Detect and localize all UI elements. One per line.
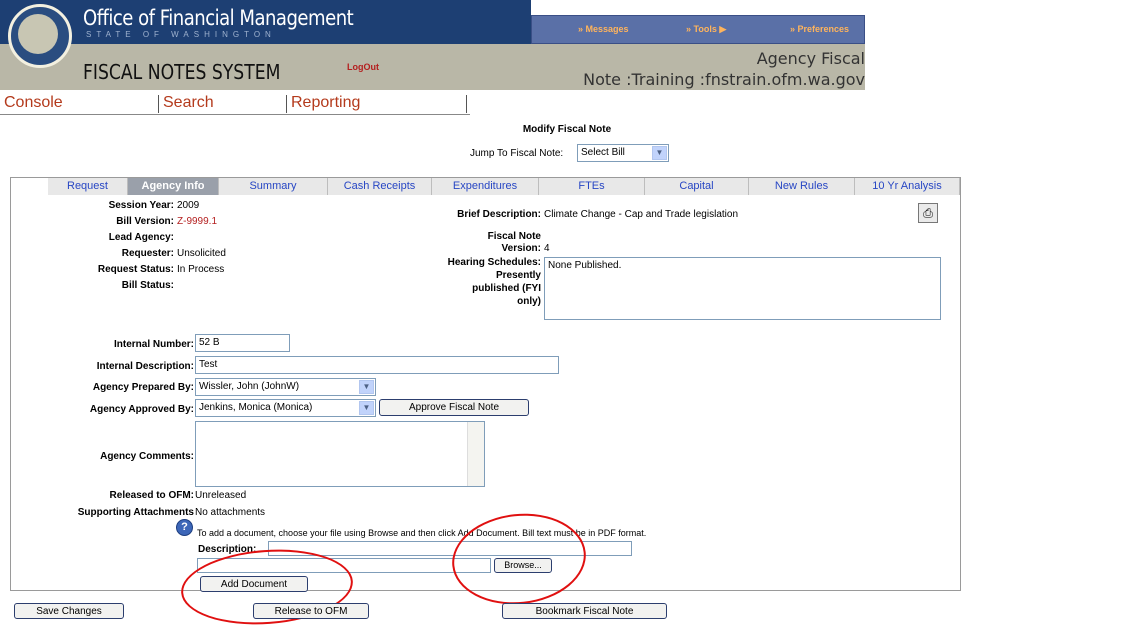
hearing-label-only: only) [517, 296, 541, 307]
tab-ftes[interactable]: FTEs [539, 178, 645, 195]
tab-10-yr-analysis[interactable]: 10 Yr Analysis [855, 178, 960, 195]
internal-number-input[interactable]: 52 B [195, 334, 290, 352]
agency-comments-textarea[interactable] [195, 421, 485, 487]
agency-title-line2: Note :Training :fnstrain.ofm.wa.gov [583, 70, 865, 89]
approve-fiscal-note-button[interactable]: Approve Fiscal Note [379, 399, 529, 416]
bill-version-label: Bill Version: [116, 216, 174, 227]
org-subtitle: STATE OF WASHINGTON [86, 30, 276, 39]
version-value: 4 [544, 243, 550, 254]
chevron-down-icon: ▼ [359, 401, 374, 415]
bookmark-fiscal-note-button[interactable]: Bookmark Fiscal Note [502, 603, 667, 619]
tab-capital[interactable]: Capital [645, 178, 749, 195]
tab-new-rules[interactable]: New Rules [749, 178, 855, 195]
page-title: Modify Fiscal Note [522, 124, 612, 135]
help-icon[interactable]: ? [176, 519, 193, 536]
agency-comments-label: Agency Comments: [100, 451, 194, 462]
requester-label: Requester: [121, 248, 174, 259]
internal-description-label: Internal Description: [96, 361, 194, 372]
org-title: Office of Financial Management [83, 6, 354, 30]
print-preview-icon[interactable]: ⎙ [918, 203, 938, 223]
nav-divider [466, 95, 467, 113]
nav-divider [286, 95, 287, 113]
tab-request[interactable]: Request [48, 178, 128, 195]
main-nav [0, 91, 470, 115]
brief-description-label: Brief Description: [457, 209, 541, 220]
system-title: FISCAL NOTES SYSTEM [83, 60, 281, 84]
release-to-ofm-button[interactable]: Release to OFM [253, 603, 369, 619]
tab-cash-receipts[interactable]: Cash Receipts [328, 178, 432, 195]
jump-label: Jump To Fiscal Note: [470, 148, 564, 159]
bill-version-value: Z-9999.1 [177, 216, 218, 227]
save-changes-button[interactable]: Save Changes [14, 603, 124, 619]
hearing-label-presently: Presently [495, 270, 541, 281]
agency-title: Agency Fiscal Note :Training :fnstrain.o… [583, 48, 865, 90]
request-status-value: In Process [177, 264, 225, 275]
preferences-menu[interactable]: » Preferences [790, 24, 849, 34]
session-year-label: Session Year: [108, 200, 174, 211]
seal-portrait [18, 14, 58, 54]
jump-to-fiscal-note-select[interactable]: Select Bill ▼ [577, 144, 669, 162]
hearing-schedules-label: Hearing Schedules: [447, 257, 541, 268]
messages-menu[interactable]: » Messages [578, 24, 629, 34]
nav-divider [158, 95, 159, 113]
tab-agency-info[interactable]: Agency Info [128, 178, 219, 195]
fiscal-note-label: Fiscal Note [487, 231, 541, 242]
released-to-ofm-label: Released to OFM: [109, 490, 194, 501]
comments-scrollbar[interactable] [467, 422, 484, 486]
tab-expenditures[interactable]: Expenditures [432, 178, 539, 195]
hearing-schedules-box[interactable]: None Published. [544, 257, 941, 320]
prepared-by-label: Agency Prepared By: [92, 382, 194, 393]
supporting-attachments-label: Supporting Attachments [77, 507, 194, 518]
nav-search[interactable]: Search [163, 94, 214, 112]
lead-agency-label: Lead Agency: [108, 232, 174, 243]
released-to-ofm-value: Unreleased [195, 490, 247, 501]
requester-value: Unsolicited [177, 248, 226, 259]
jump-select-value: Select Bill [581, 147, 625, 158]
agency-title-line1: Agency Fiscal [756, 49, 865, 68]
chevron-down-icon: ▼ [652, 146, 667, 160]
bill-status-label: Bill Status: [121, 280, 174, 291]
nav-console[interactable]: Console [4, 94, 63, 112]
approved-by-value: Jenkins, Monica (Monica) [199, 402, 313, 413]
hearing-label-published: published (FYI [472, 283, 541, 294]
tab-summary[interactable]: Summary [219, 178, 328, 195]
internal-number-label: Internal Number: [113, 339, 194, 350]
approved-by-select[interactable]: Jenkins, Monica (Monica) ▼ [195, 399, 376, 417]
session-year-value: 2009 [177, 200, 200, 211]
approved-by-label: Agency Approved By: [89, 404, 194, 415]
hearing-schedules-value: None Published. [548, 260, 622, 271]
chevron-down-icon: ▼ [359, 380, 374, 394]
logout-link[interactable]: LogOut [347, 62, 379, 72]
supporting-attachments-value: No attachments [195, 507, 266, 518]
internal-description-input[interactable]: Test [195, 356, 559, 374]
tools-menu[interactable]: » Tools ▶ [686, 24, 726, 35]
prepared-by-value: Wissler, John (JohnW) [199, 381, 300, 392]
nav-reporting[interactable]: Reporting [291, 94, 360, 112]
prepared-by-select[interactable]: Wissler, John (JohnW) ▼ [195, 378, 376, 396]
brief-description-value: Climate Change - Cap and Trade legislati… [544, 209, 738, 220]
request-status-label: Request Status: [97, 264, 174, 275]
version-label: Version: [501, 243, 541, 254]
